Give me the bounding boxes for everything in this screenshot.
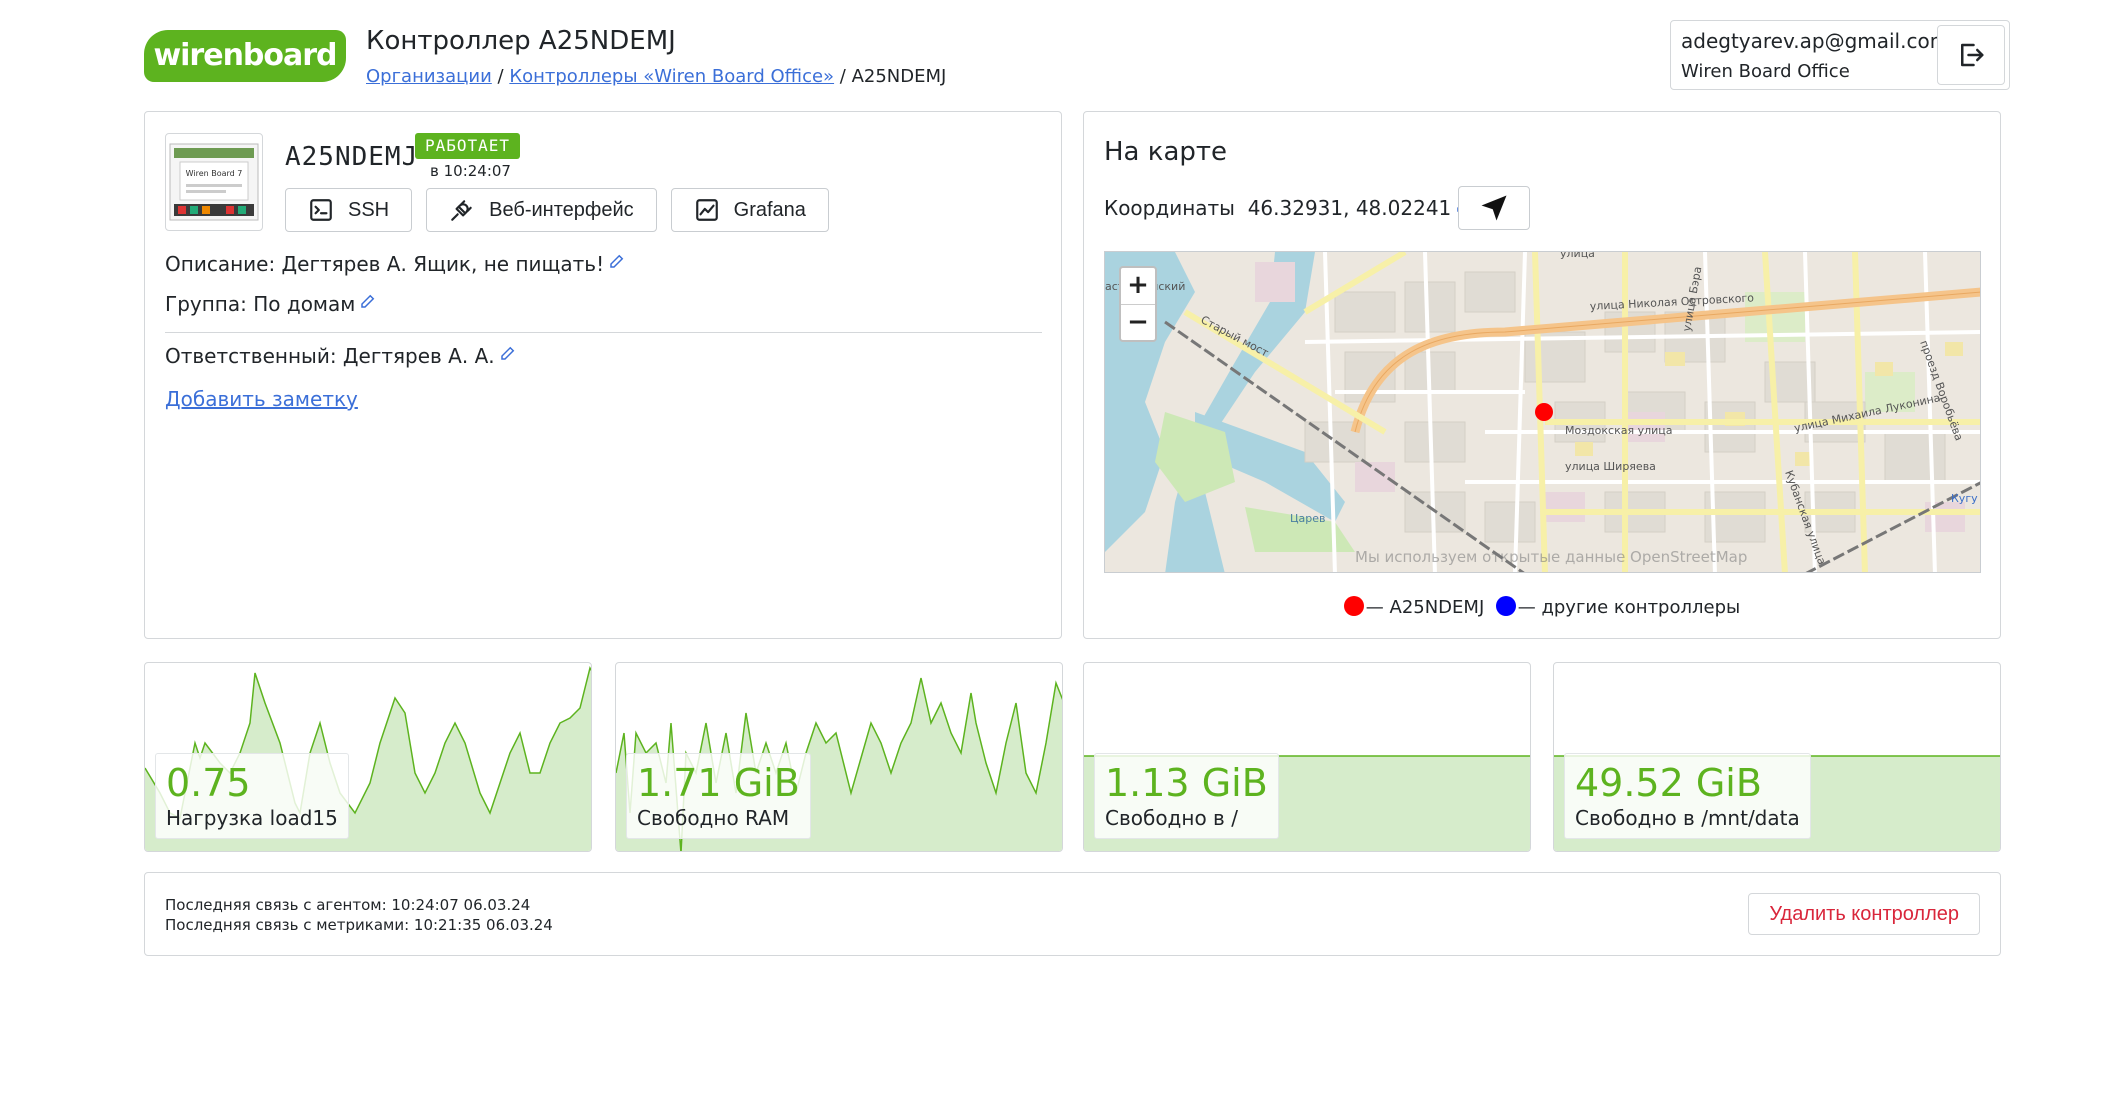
map-title: На карте: [1104, 137, 1228, 167]
metric-value: 49.52 GiB: [1575, 761, 1762, 805]
breadcrumb-separator: /: [491, 66, 510, 87]
add-note-link[interactable]: Добавить заметку: [165, 387, 358, 411]
delete-controller-button[interactable]: Удалить контроллер: [1748, 893, 1980, 935]
edit-group-icon[interactable]: [359, 292, 377, 310]
metric-label: Нагрузка load15: [166, 806, 338, 830]
metric-free-root: 1.13 GiB Свободно в /: [1083, 662, 1531, 852]
coordinates-label: Координаты: [1104, 196, 1235, 220]
edit-responsible-icon[interactable]: [499, 344, 517, 362]
user-email: adegtyarev.ap@gmail.com: [1681, 29, 1950, 53]
coordinates-value: 46.32931, 48.02241: [1247, 196, 1452, 220]
zoom-control: + −: [1119, 266, 1157, 342]
metric-label: Свободно в /: [1105, 806, 1238, 830]
street-label: Кугу: [1951, 492, 1978, 505]
controller-info-card: Wiren Board 7 A25NDEMJ РАБОТАЕТ в 10:24:…: [144, 111, 1062, 639]
wirenboard-logo[interactable]: wirenboard: [144, 30, 346, 82]
map-card: На карте Координаты 46.32931, 48.02241 у…: [1083, 111, 2001, 639]
controller-name: A25NDEMJ: [285, 142, 419, 172]
last-seen-info: Последняя связь с агентом: 10:24:07 06.0…: [165, 895, 553, 935]
controller-page: wirenboard Контроллер A25NDEMJ Организац…: [0, 0, 2125, 1093]
metric-box: 1.71 GiB Свободно RAM: [626, 753, 811, 839]
metric-label: Свободно в /mnt/data: [1575, 806, 1800, 830]
legend-others-label: — другие контроллеры: [1517, 597, 1741, 618]
breadcrumb-organizations-link[interactable]: Организации: [366, 66, 492, 87]
divider: [165, 332, 1042, 333]
header: wirenboard Контроллер A25NDEMJ Организац…: [144, 20, 2010, 92]
locate-button[interactable]: [1458, 186, 1530, 230]
metric-value: 1.13 GiB: [1105, 761, 1268, 805]
group-text: Группа: По домам: [165, 292, 356, 316]
status-time: в 10:24:07: [430, 162, 511, 180]
responsible-text: Ответственный: Дегтярев А. А.: [165, 344, 495, 368]
user-box: adegtyarev.ap@gmail.com Wiren Board Offi…: [1670, 20, 2010, 90]
responsible-line: Ответственный: Дегтярев А. А.: [165, 344, 517, 368]
breadcrumb-current: A25NDEMJ: [851, 66, 947, 87]
metric-box: 49.52 GiB Свободно в /mnt/data: [1564, 753, 1811, 839]
last-seen-card: Последняя связь с агентом: 10:24:07 06.0…: [144, 872, 2001, 956]
legend-self-label: — A25NDEMJ: [1365, 597, 1485, 618]
zoom-in-button[interactable]: +: [1121, 268, 1155, 304]
street-label: Моздокская улица: [1565, 424, 1673, 437]
metric-box: 0.75 Нагрузка load15: [155, 753, 349, 839]
coordinates: Координаты 46.32931, 48.02241: [1104, 196, 1473, 220]
zoom-out-button[interactable]: −: [1121, 304, 1155, 340]
street-label: Царев: [1290, 512, 1326, 525]
status-badge: РАБОТАЕТ: [415, 133, 521, 159]
last-seen-metrics: Последняя связь с метриками: 10:21:35 06…: [165, 916, 553, 934]
logout-icon: [1961, 43, 1984, 67]
grafana-button[interactable]: Grafana: [670, 188, 829, 232]
metric-value: 0.75: [166, 761, 251, 805]
plug-icon: [451, 200, 472, 221]
breadcrumb-separator: /: [834, 66, 852, 87]
map-tiles: улица Николая Островского Моздокская ули…: [1105, 252, 1980, 572]
last-seen-agent: Последняя связь с агентом: 10:24:07 06.0…: [165, 896, 531, 914]
chart-icon: [695, 199, 718, 221]
legend-blue-dot: [1495, 596, 1516, 616]
user-org: Wiren Board Office: [1681, 61, 1850, 82]
page-title: Контроллер A25NDEMJ: [366, 26, 676, 56]
controller-marker[interactable]: [1535, 403, 1553, 421]
legend-red-dot: [1343, 596, 1364, 616]
group-line: Группа: По домам: [165, 292, 377, 316]
ssh-button[interactable]: SSH: [285, 188, 413, 232]
map-attribution: Мы используем открытые данные OpenStreet…: [1355, 548, 1748, 566]
title-block: Контроллер A25NDEMJ Организации / Контро…: [366, 26, 946, 87]
map-view[interactable]: улица Николая Островского Моздокская ули…: [1104, 251, 1981, 573]
ssh-button-label: SSH: [348, 198, 390, 221]
navigation-arrow-icon: [1481, 195, 1507, 221]
metric-value: 1.71 GiB: [637, 761, 800, 805]
metric-box: 1.13 GiB Свободно в /: [1094, 753, 1279, 839]
action-buttons: SSH Веб-интерфейс Grafana: [285, 188, 829, 232]
description-line: Описание: Дегтярев А. Ящик, не пищать!: [165, 252, 626, 276]
terminal-icon: [310, 199, 332, 221]
metric-label: Свободно RAM: [637, 806, 790, 830]
logout-button[interactable]: [1937, 25, 2005, 85]
metric-free-mnt-data: 49.52 GiB Свободно в /mnt/data: [1553, 662, 2001, 852]
description-text: Описание: Дегтярев А. Ящик, не пищать!: [165, 252, 605, 276]
web-interface-button-label: Веб-интерфейс: [489, 198, 634, 221]
metric-load15: 0.75 Нагрузка load15: [144, 662, 592, 852]
street-label: улица: [1560, 252, 1595, 260]
metric-free-ram: 1.71 GiB Свободно RAM: [615, 662, 1063, 852]
breadcrumb-controllers-link[interactable]: Контроллеры «Wiren Board Office»: [509, 66, 834, 87]
web-interface-button[interactable]: Веб-интерфейс: [426, 188, 657, 232]
controller-image-label: Wiren Board 7: [186, 169, 243, 178]
controller-image: Wiren Board 7: [165, 133, 263, 231]
street-label: улица Ширяева: [1565, 460, 1656, 473]
breadcrumb: Организации / Контроллеры «Wiren Board O…: [366, 66, 946, 87]
edit-description-icon[interactable]: [608, 252, 626, 270]
map-legend: — A25NDEMJ — другие контроллеры: [1084, 596, 2000, 618]
grafana-button-label: Grafana: [733, 198, 806, 221]
